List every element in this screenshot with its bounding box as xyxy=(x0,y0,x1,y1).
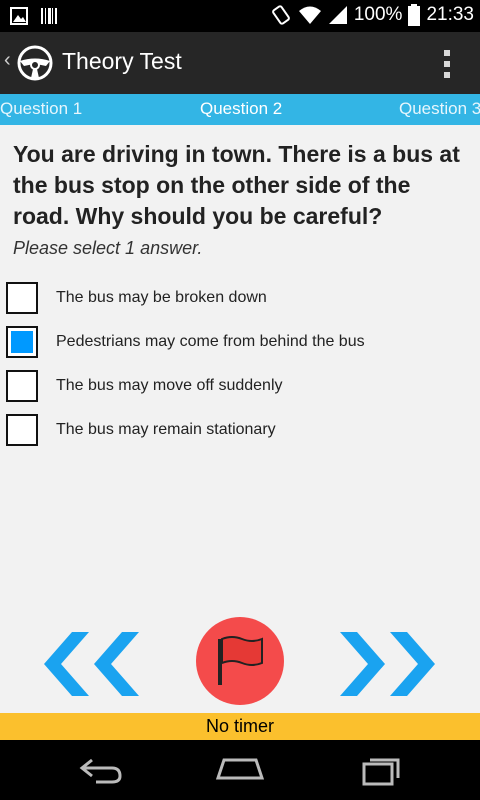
barcode-notification-icon xyxy=(41,8,57,24)
clock: 21:33 xyxy=(426,4,474,25)
status-right: 100% 21:33 xyxy=(270,4,474,26)
answer-label: Pedestrians may come from behind the bus xyxy=(56,333,365,350)
tab-question-1[interactable]: Question 1 xyxy=(0,99,82,119)
flag-question-button[interactable] xyxy=(196,617,284,705)
wifi-icon xyxy=(298,6,321,24)
question-navigation xyxy=(0,615,480,710)
tab-question-2[interactable]: Question 2 xyxy=(200,99,282,119)
answer-label: The bus may be broken down xyxy=(56,289,267,306)
question-text: You are driving in town. There is a bus … xyxy=(13,141,460,229)
answer-checkbox-checked[interactable] xyxy=(6,326,38,358)
timer-label: No timer xyxy=(205,716,274,736)
answer-checkbox[interactable] xyxy=(6,282,38,314)
tab-question-3[interactable]: Question 3 xyxy=(399,99,480,119)
overflow-menu-icon[interactable] xyxy=(444,50,450,78)
double-chevron-right-icon[interactable] xyxy=(340,632,435,696)
answer-checkbox[interactable] xyxy=(6,370,38,402)
flag-icon xyxy=(218,636,263,685)
question-tabs: Question 1 Question 2 Question 3 xyxy=(0,94,480,125)
battery-icon xyxy=(408,4,421,26)
home-icon[interactable] xyxy=(214,754,266,784)
double-chevron-left-icon[interactable] xyxy=(44,632,139,696)
recent-apps-icon[interactable] xyxy=(360,754,404,786)
up-arrow-icon: ‹ xyxy=(4,49,11,71)
answer-option-4[interactable]: The bus may remain stationary xyxy=(6,414,476,446)
answer-label: The bus may move off suddenly xyxy=(56,377,283,394)
back-icon[interactable] xyxy=(78,754,124,784)
system-navigation-bar xyxy=(0,740,480,800)
answer-label: The bus may remain stationary xyxy=(56,421,276,438)
action-bar: ‹ Theory Test xyxy=(0,32,480,94)
rotate-icon xyxy=(271,5,290,25)
answer-instruction: Please select 1 answer. xyxy=(13,238,203,258)
timer-bar: No timer xyxy=(0,713,480,740)
answer-option-3[interactable]: The bus may move off suddenly xyxy=(6,370,476,402)
battery-percent: 100% xyxy=(353,4,403,25)
app-title: Theory Test xyxy=(62,48,182,74)
signal-icon xyxy=(328,6,347,24)
image-notification-icon xyxy=(10,7,28,25)
status-bar: 100% 21:33 xyxy=(0,0,480,32)
steering-wheel-icon xyxy=(17,45,53,81)
answer-checkbox[interactable] xyxy=(6,414,38,446)
answer-option-2[interactable]: Pedestrians may come from behind the bus xyxy=(6,326,476,358)
answer-option-1[interactable]: The bus may be broken down xyxy=(6,282,476,314)
notification-icons xyxy=(10,7,58,25)
